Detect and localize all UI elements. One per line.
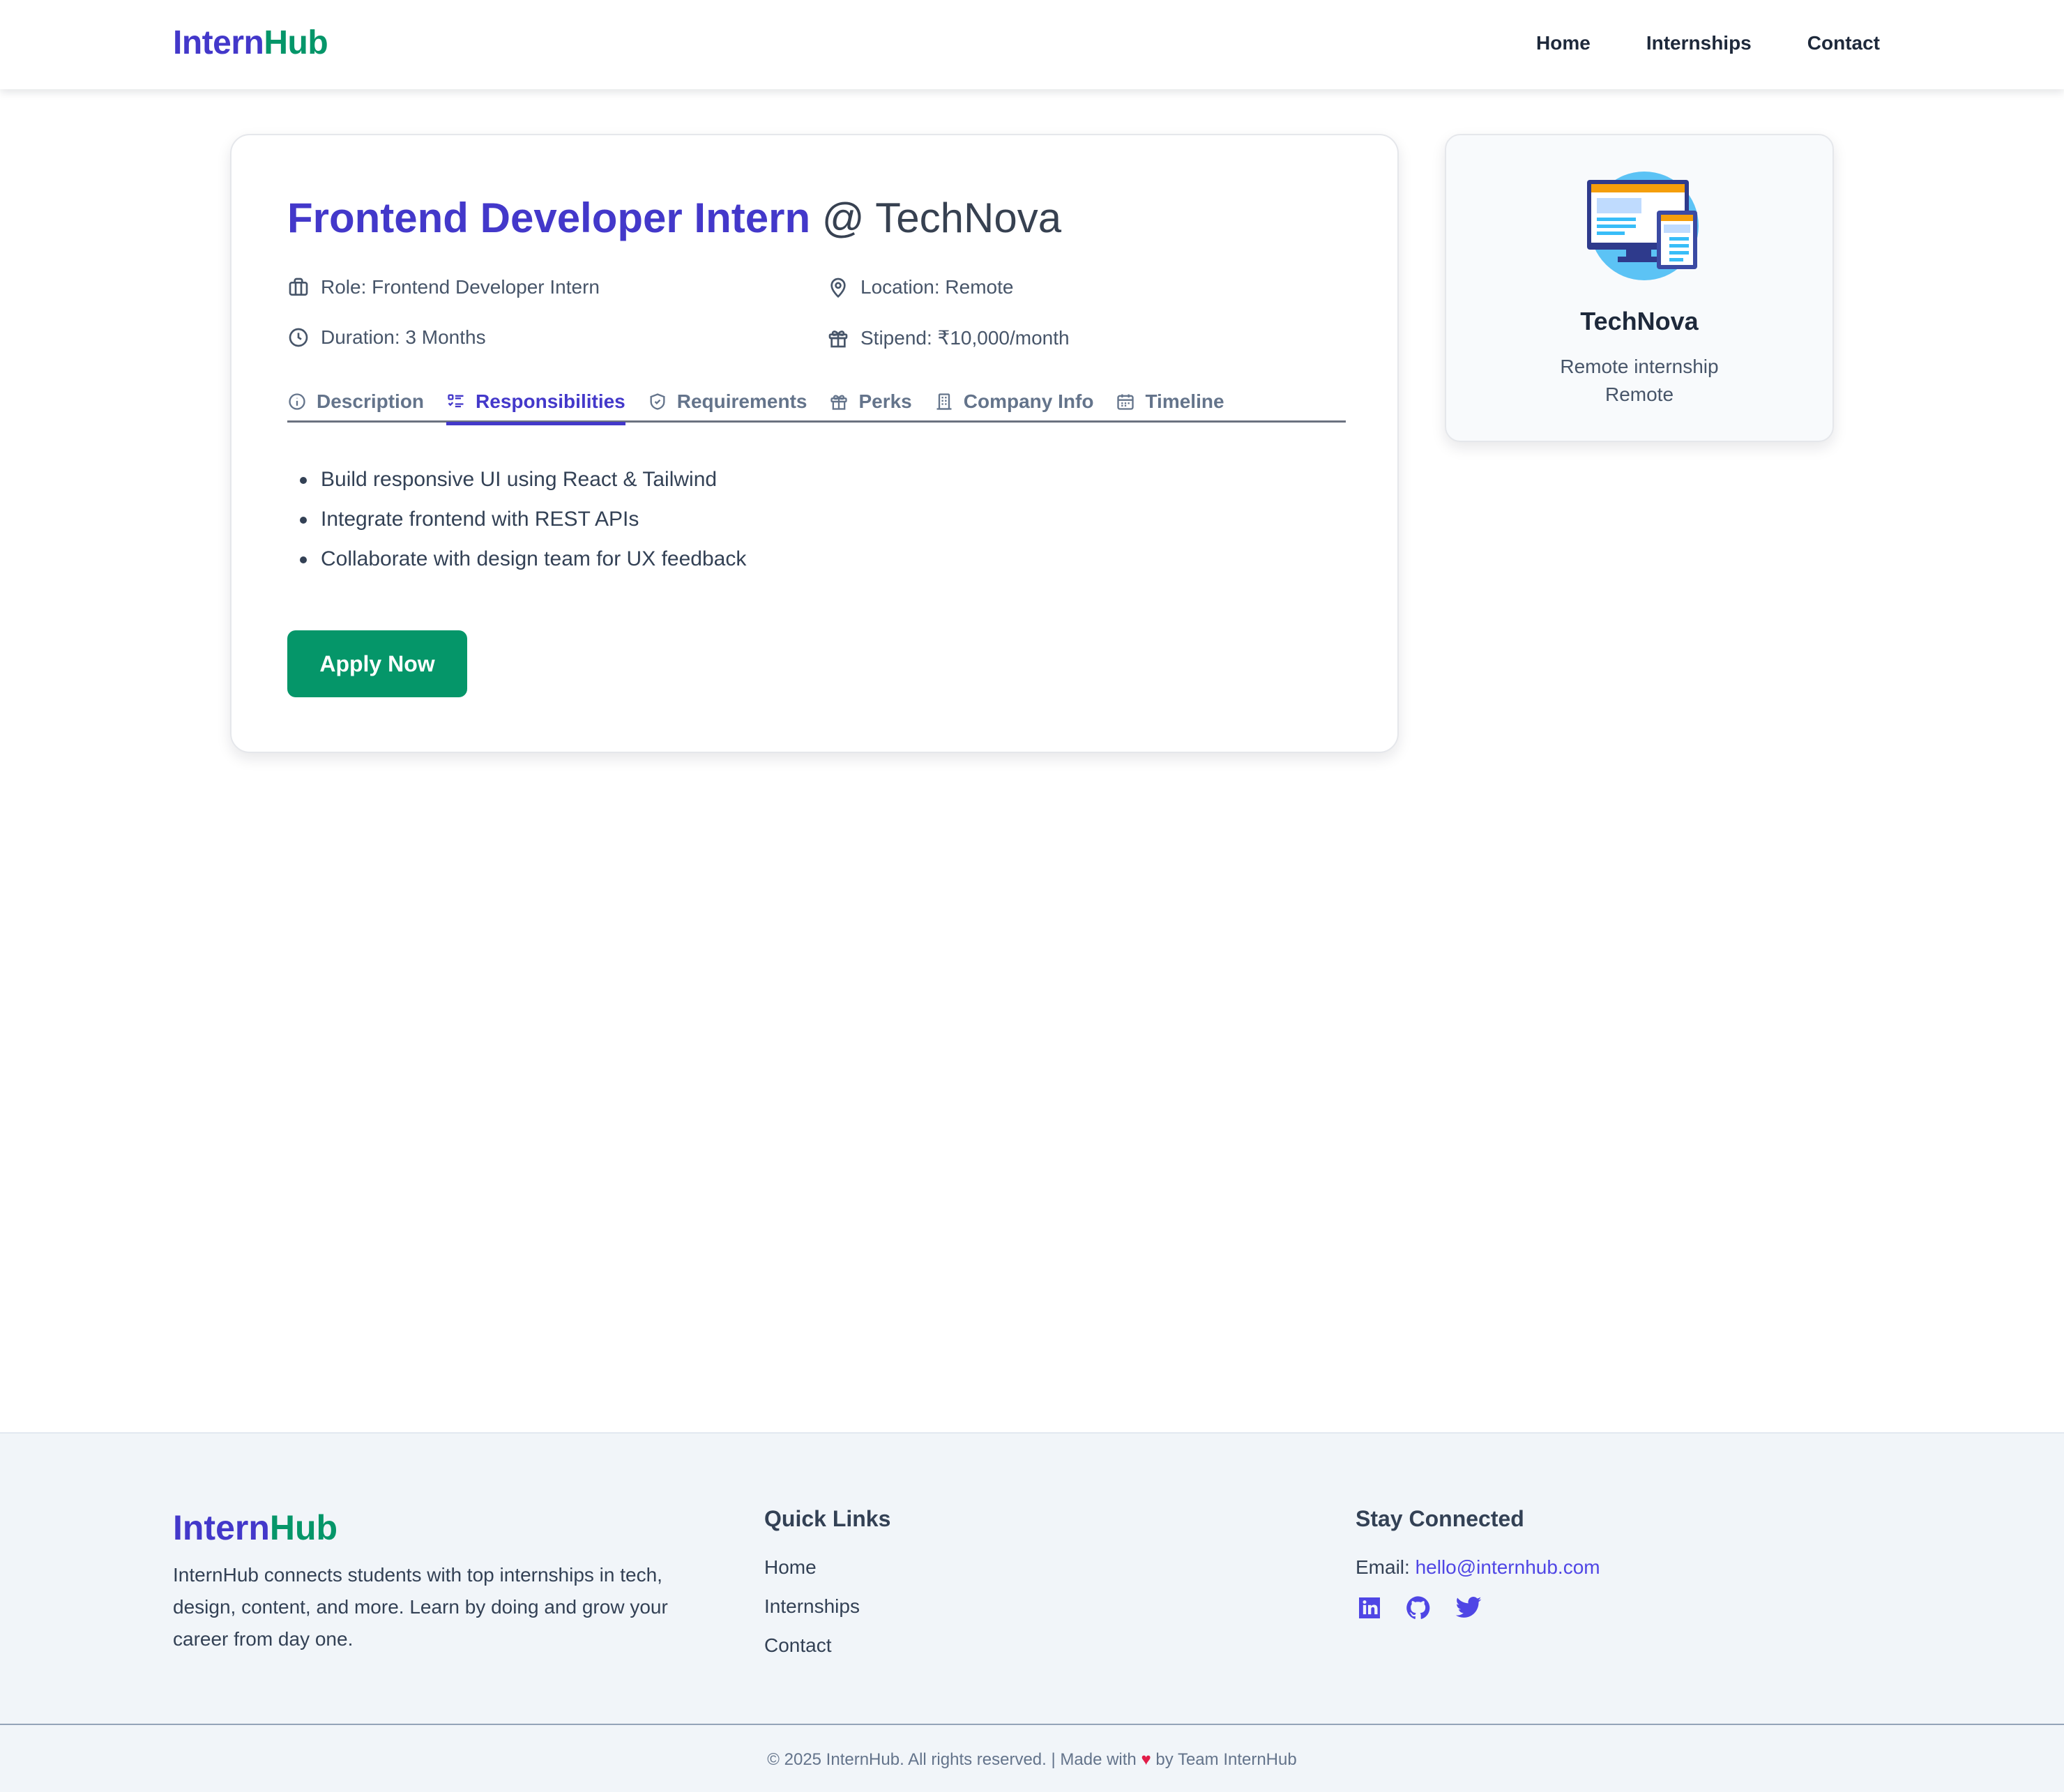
brand-part-intern: Intern <box>173 24 264 61</box>
tab-label: Description <box>317 390 425 412</box>
footer-divider <box>0 1724 2064 1725</box>
briefcase-icon <box>289 278 308 296</box>
list-item: Build responsive UI using React & Tailwi… <box>287 463 746 503</box>
tab-responsibilities[interactable]: Responsibilities <box>446 381 625 425</box>
calendar-icon <box>1117 394 1135 410</box>
tab-label: Perks <box>858 390 912 412</box>
gift-icon <box>830 395 848 410</box>
meta-stipend-text: Stipend: ₹10,000/month <box>860 327 1070 349</box>
meta-duration: Duration: 3 Months <box>287 326 486 349</box>
building-icon <box>936 393 952 410</box>
internship-detail-card: Frontend Developer Intern @ TechNova Rol… <box>230 134 1399 753</box>
clock-icon <box>289 328 308 347</box>
tab-label: Timeline <box>1145 390 1224 412</box>
detail-tabs: Description Responsibilities Requirement… <box>287 381 1346 425</box>
top-navbar: InternHub Home Internships Contact <box>0 0 2064 89</box>
copyright-right: by Team InternHub <box>1155 1750 1297 1769</box>
list-item: Collaborate with design team for UX feed… <box>287 542 746 582</box>
meta-role: Role: Frontend Developer Intern <box>287 276 600 298</box>
meta-location: Location: Remote <box>827 276 1013 298</box>
heart-icon: ♥ <box>1141 1750 1151 1769</box>
github-icon[interactable] <box>1404 1594 1432 1622</box>
tab-description[interactable]: Description <box>287 381 424 423</box>
copyright-text: © 2025 InternHub. All rights reserved. |… <box>0 1750 2064 1770</box>
twitter-icon[interactable] <box>1455 1594 1482 1622</box>
info-icon <box>289 393 305 410</box>
gift-icon <box>828 330 848 347</box>
brand-part-hub: Hub <box>269 1508 338 1547</box>
footer-link-internships[interactable]: Internships <box>764 1595 860 1618</box>
nav-link-home[interactable]: Home <box>1536 32 1591 54</box>
tab-label: Company Info <box>963 390 1094 412</box>
company-suffix: @ TechNova <box>821 195 1062 241</box>
company-name: TechNova <box>1580 307 1699 335</box>
tab-perks[interactable]: Perks <box>829 381 912 423</box>
tab-requirements[interactable]: Requirements <box>648 381 807 423</box>
brand-logo[interactable]: InternHub <box>173 24 328 62</box>
meta-stipend: Stipend: ₹10,000/month <box>827 326 1070 349</box>
footer-brand[interactable]: InternHub <box>173 1508 337 1548</box>
main-nav: Home Internships Contact <box>1536 32 1880 54</box>
meta-role-text: Role: Frontend Developer Intern <box>321 276 600 298</box>
footer-link-home[interactable]: Home <box>764 1556 817 1579</box>
company-card: TechNova Remote internship Remote <box>1445 134 1834 442</box>
list-item: Integrate frontend with REST APIs <box>287 503 746 542</box>
computer-screens-icon <box>1587 172 1699 280</box>
tab-timeline[interactable]: Timeline <box>1116 381 1224 423</box>
email-link[interactable]: hello@internhub.com <box>1416 1556 1600 1578</box>
company-location: Remote <box>1604 384 1674 405</box>
apply-now-button[interactable]: Apply Now <box>287 630 467 697</box>
footer-link-contact[interactable]: Contact <box>764 1634 832 1657</box>
brand-part-intern: Intern <box>173 1508 270 1547</box>
email-label: Email: <box>1356 1556 1410 1578</box>
tab-company-info[interactable]: Company Info <box>934 381 1094 423</box>
brand-part-hub: Hub <box>264 24 328 61</box>
nav-link-contact[interactable]: Contact <box>1807 32 1880 54</box>
stay-connected-heading: Stay Connected <box>1356 1506 1524 1531</box>
tab-label: Requirements <box>676 390 807 412</box>
footer-email: Email: hello@internhub.com <box>1356 1556 1600 1579</box>
linkedin-icon[interactable] <box>1356 1594 1383 1622</box>
map-pin-icon <box>830 278 846 298</box>
internship-type: Remote internship <box>1560 356 1719 377</box>
job-role-title: Frontend Developer Intern <box>287 195 811 241</box>
quick-links-heading: Quick Links <box>764 1506 891 1531</box>
shield-icon <box>650 393 665 410</box>
list-icon <box>448 394 464 408</box>
nav-link-internships[interactable]: Internships <box>1646 32 1752 54</box>
footer-about-text: InternHub connects students with top int… <box>173 1564 668 1650</box>
tab-label: Responsibilities <box>476 390 625 412</box>
meta-duration-text: Duration: 3 Months <box>321 326 486 348</box>
copyright-left: © 2025 InternHub. All rights reserved. |… <box>767 1750 1137 1769</box>
page-title: Frontend Developer Intern @ TechNova <box>287 194 1061 242</box>
site-footer: InternHub InternHub connects students wi… <box>0 1432 2064 1792</box>
meta-location-text: Location: Remote <box>860 276 1014 298</box>
responsibilities-list: Build responsive UI using React & Tailwi… <box>287 463 746 582</box>
